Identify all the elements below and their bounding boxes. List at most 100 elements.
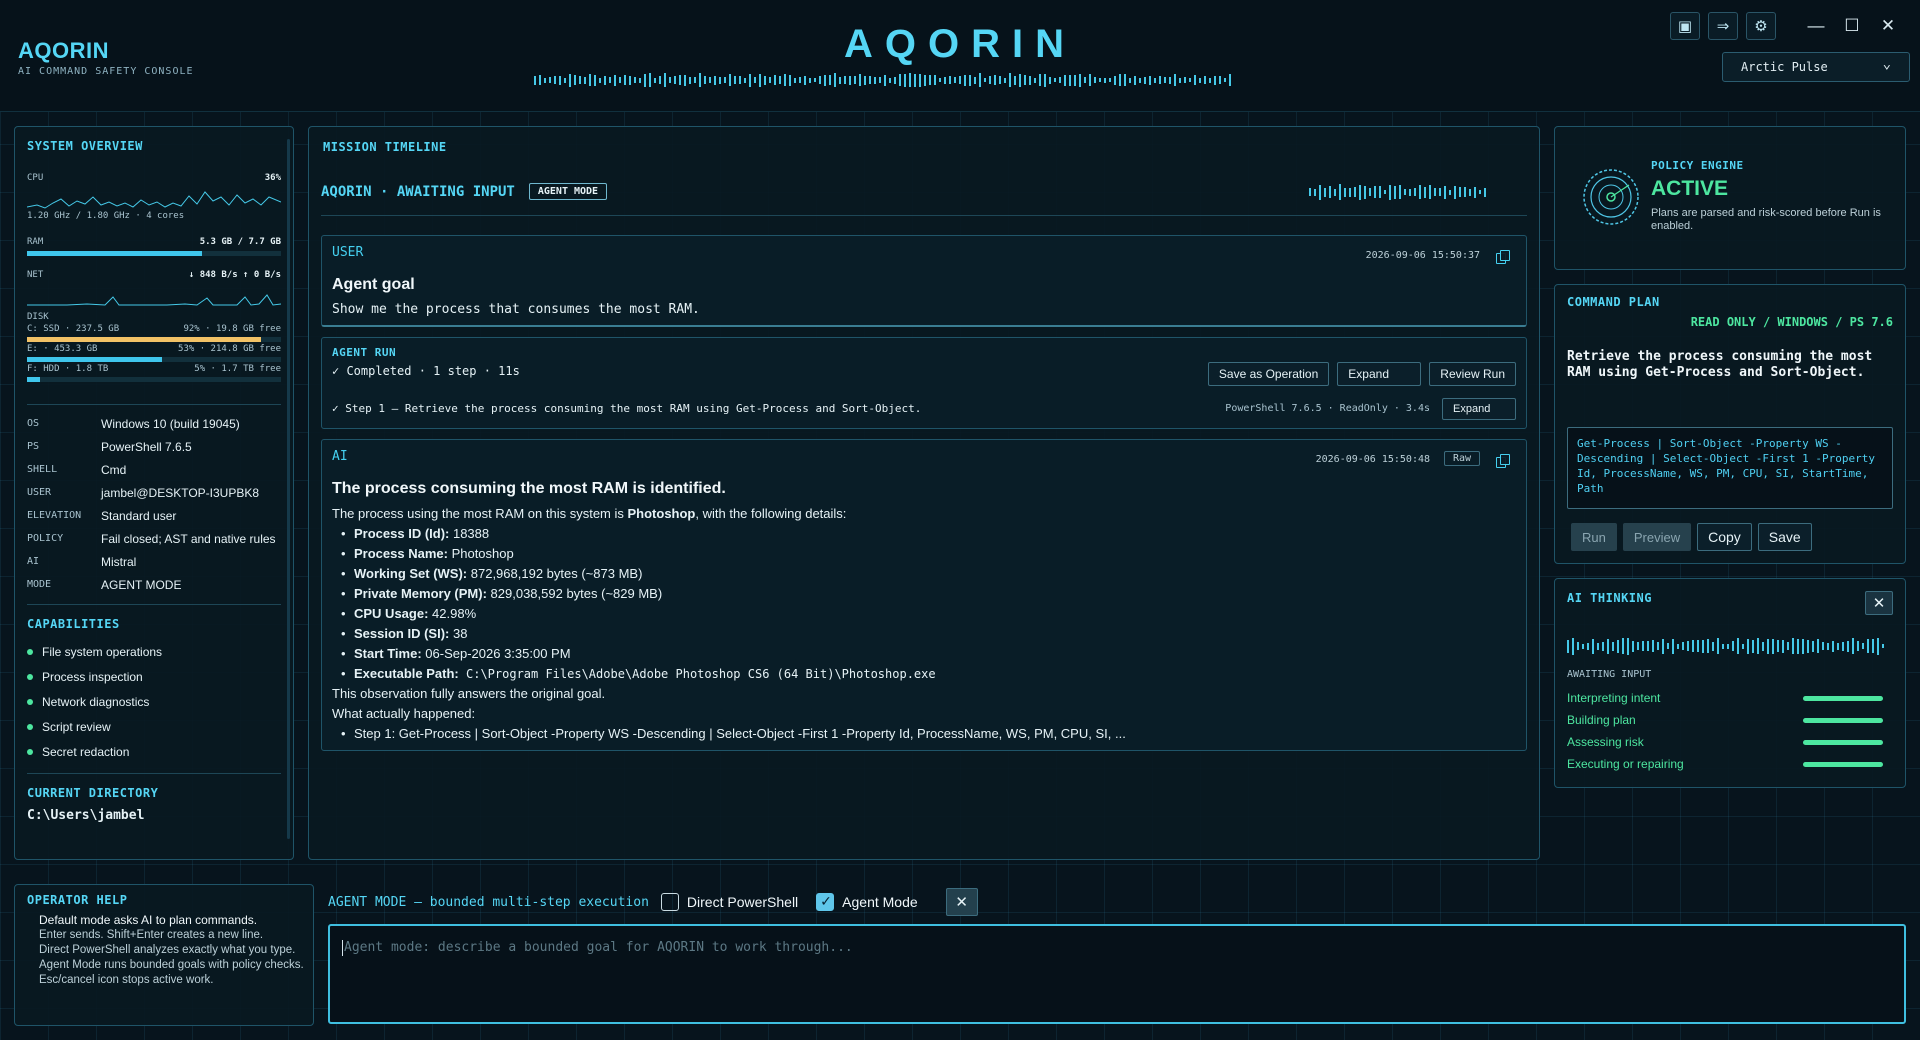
direct-powershell-checkbox[interactable] <box>660 893 679 911</box>
help-lines: Default mode asks AI to plan commands. En… <box>39 913 309 988</box>
wave-bar <box>1044 73 1046 87</box>
process-detail-list: Process ID (Id): 18388Process Name: Phot… <box>332 524 1512 664</box>
pin-icon[interactable]: ▣ <box>1670 12 1700 40</box>
theme-select[interactable]: Arctic Pulse ⌄ <box>1722 52 1910 82</box>
wave-bar <box>919 73 921 87</box>
divider <box>27 773 281 774</box>
wave-bar <box>794 77 796 83</box>
wave-bar <box>874 76 876 84</box>
wave-bar <box>1109 78 1111 82</box>
review-run-button[interactable]: Review Run <box>1429 362 1516 386</box>
capability-label: Script review <box>42 720 111 734</box>
capability-label: Secret redaction <box>42 745 130 759</box>
raw-button[interactable]: Raw <box>1443 451 1480 466</box>
maximize-icon[interactable]: ☐ <box>1836 12 1868 40</box>
wave-bar <box>1454 185 1456 199</box>
wave-bar <box>829 75 831 85</box>
capabilities-title: CAPABILITIES <box>27 617 120 631</box>
wave-bar <box>1134 75 1136 85</box>
wave-bar <box>769 77 771 83</box>
ai-heading: The process consuming the most RAM is id… <box>332 480 726 497</box>
wave-bar <box>1194 75 1196 85</box>
wave-bar <box>1687 641 1689 651</box>
close-icon[interactable]: ✕ <box>1865 591 1893 615</box>
wave-bar <box>1004 77 1006 83</box>
detail-value: 872,968,192 bytes (~873 MB) <box>467 566 643 581</box>
left-panel-scrollbar[interactable] <box>287 139 290 839</box>
wave-bar <box>999 76 1001 84</box>
wave-bar <box>664 73 666 87</box>
wave-bar <box>1399 185 1401 199</box>
wave-bar <box>1419 185 1421 199</box>
wave-bar <box>1867 639 1869 653</box>
wave-bar <box>939 78 941 82</box>
path-list: Executable Path: C:\Program Files\Adobe\… <box>332 664 1512 684</box>
wave-bar <box>1607 638 1609 654</box>
info-value: jambel@DESKTOP-I3UPBK8 <box>101 486 260 500</box>
wave-bar <box>744 77 746 83</box>
wave-bar <box>1782 639 1784 653</box>
disk-name: E: · 453.3 GB <box>27 344 98 354</box>
disk-label: DISK <box>27 312 49 322</box>
disk-usage: 5% · 1.7 TB free <box>194 364 281 374</box>
ai-thinking-panel: AI THINKING ✕ AWAITING INPUT Interpretin… <box>1554 578 1906 788</box>
wave-bar <box>554 76 556 84</box>
expand-run-button[interactable]: Expand <box>1337 362 1422 386</box>
wave-bar <box>1154 77 1156 83</box>
run-button[interactable]: Run <box>1571 523 1617 551</box>
info-row: OS Windows 10 (build 19045) <box>27 417 281 431</box>
user-role-label: USER <box>332 245 364 260</box>
wave-bar <box>979 73 981 87</box>
export-icon[interactable]: ⇒ <box>1708 12 1738 40</box>
copy-button[interactable]: Copy <box>1697 523 1752 551</box>
settings-icon[interactable]: ⚙ <box>1746 12 1776 40</box>
toolbar-icons: ▣ ⇒ ⚙ <box>1670 12 1776 40</box>
happened-list: Step 1: Get-Process | Sort-Object -Prope… <box>332 724 1512 744</box>
wave-bar <box>1752 639 1754 653</box>
wave-bar <box>1334 188 1336 196</box>
save-button[interactable]: Save <box>1757 523 1812 551</box>
wave-bar <box>1627 637 1629 655</box>
wave-bar <box>1652 640 1654 652</box>
disk-bar-fill <box>27 357 162 362</box>
radar-icon <box>1583 169 1639 225</box>
agent-run-label: AGENT RUN <box>332 346 397 359</box>
wave-bar <box>1349 187 1351 197</box>
info-value: Fail closed; AST and native rules <box>101 532 276 546</box>
agent-run-actions: Save as Operation Expand Review Run <box>1207 362 1516 386</box>
thinking-step-label: Executing or repairing <box>1567 757 1684 771</box>
wave-bar <box>734 76 736 84</box>
command-code-block[interactable]: Get-Process | Sort-Object -Property WS -… <box>1567 427 1893 509</box>
wave-bar <box>1314 188 1316 196</box>
cancel-icon[interactable]: ✕ <box>945 888 978 916</box>
divider <box>27 404 281 405</box>
info-key: SHELL <box>27 464 58 475</box>
help-line: Enter sends. Shift+Enter creates a new l… <box>39 929 264 941</box>
capabilities-list: File system operations Process inspection… <box>27 645 281 759</box>
wave-bar <box>779 76 781 84</box>
info-key: ELEVATION <box>27 510 82 521</box>
wave-bar <box>1329 186 1331 198</box>
wave-bar <box>1622 638 1624 654</box>
wave-bar <box>1617 639 1619 653</box>
agent-goal-input[interactable]: Agent mode: describe a bounded goal for … <box>328 924 1906 1024</box>
copy-icon[interactable] <box>1496 454 1510 468</box>
wave-bar <box>1449 189 1451 195</box>
minimize-icon[interactable]: — <box>1800 12 1832 40</box>
preview-button[interactable]: Preview <box>1622 523 1692 551</box>
wave-bar <box>1374 186 1376 198</box>
expand-step-button[interactable]: Expand <box>1442 398 1516 420</box>
copy-icon[interactable] <box>1496 250 1510 264</box>
save-as-operation-button[interactable]: Save as Operation <box>1207 362 1330 386</box>
thinking-step: Building plan <box>1567 713 1883 727</box>
operator-help-title: OPERATOR HELP <box>27 893 128 907</box>
close-icon[interactable]: ✕ <box>1872 12 1904 40</box>
agent-mode-checkbox[interactable] <box>816 893 835 911</box>
wave-bar <box>1662 638 1664 654</box>
wave-bar <box>644 73 646 87</box>
operator-help-panel: OPERATOR HELP Default mode asks AI to pl… <box>14 884 314 1026</box>
wave-bar <box>954 77 956 83</box>
disk-list: C: SSD · 237.5 GB 92% · 19.8 GB free E: · … <box>27 324 281 382</box>
wave-bar <box>1099 78 1101 82</box>
wave-bar <box>564 77 566 83</box>
